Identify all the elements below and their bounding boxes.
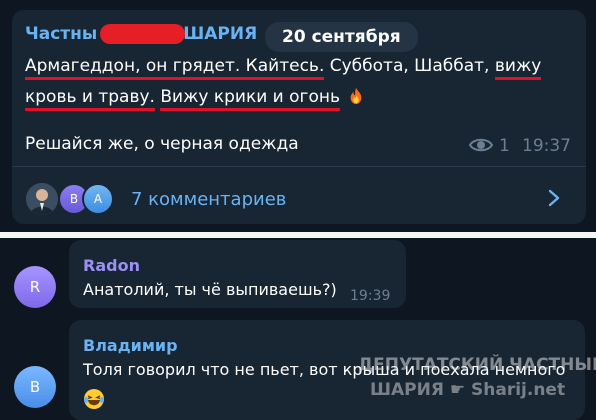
sender-name[interactable]: Radon [83, 256, 140, 275]
fire-emoji-icon [351, 87, 362, 105]
comments-button[interactable]: B A 7 комментариев [12, 167, 586, 224]
commenter-avatar-photo [24, 181, 60, 217]
post-text-line-3: Решайся же, о черная одежда [25, 134, 299, 154]
watermark-text: ДЕПУТАТСКИЙ ЧАСТНЫЙ [358, 355, 596, 375]
views-count: 1 [499, 136, 510, 156]
message-bubble: Radon Анатолий, ты чё выпиваешь?) 19:39 [69, 240, 406, 308]
message-text: Анатолий, ты чё выпиваешь?) [83, 280, 337, 299]
comments-count-label[interactable]: 7 комментариев [131, 189, 286, 210]
underlined-text: Армагеддон, он грядет. Кайтесь. [25, 56, 325, 80]
eye-icon [468, 138, 494, 152]
redaction-mark [100, 24, 185, 44]
chevron-right-icon[interactable] [547, 189, 561, 207]
channel-post-area: Частны ШАРИЯ 20 сентября Армагеддон, он г… [0, 0, 596, 232]
post-text-line-2: кровь и траву. Вижу крики и огонь [25, 84, 365, 111]
watermark-text: ШАРИЯ ☛ Sharij.net [370, 380, 566, 400]
post-text: Суббота, Шаббат, [324, 56, 495, 76]
post-text-line-1: Армагеддон, он грядет. Кайтесь. Суббота,… [25, 56, 542, 80]
underlined-text: кровь и траву. [25, 87, 155, 111]
date-badge: 20 сентября [265, 22, 418, 52]
channel-post-card: Частны ШАРИЯ 20 сентября Армагеддон, он г… [12, 10, 586, 224]
laughing-emoji-icon [84, 389, 104, 409]
commenter-avatar: A [82, 183, 114, 215]
person-photo-icon [26, 183, 58, 215]
avatar[interactable]: R [14, 266, 56, 308]
underlined-text: Вижу крики и огонь [160, 87, 340, 111]
post-time: 19:37 [522, 136, 571, 156]
avatar[interactable]: B [14, 366, 56, 408]
message-time: 19:39 [350, 288, 391, 304]
comments-thread: R Radon Анатолий, ты чё выпиваешь?) 19:3… [0, 238, 596, 420]
underlined-text: вижу [494, 56, 542, 80]
sender-name[interactable]: Владимир [83, 336, 178, 355]
